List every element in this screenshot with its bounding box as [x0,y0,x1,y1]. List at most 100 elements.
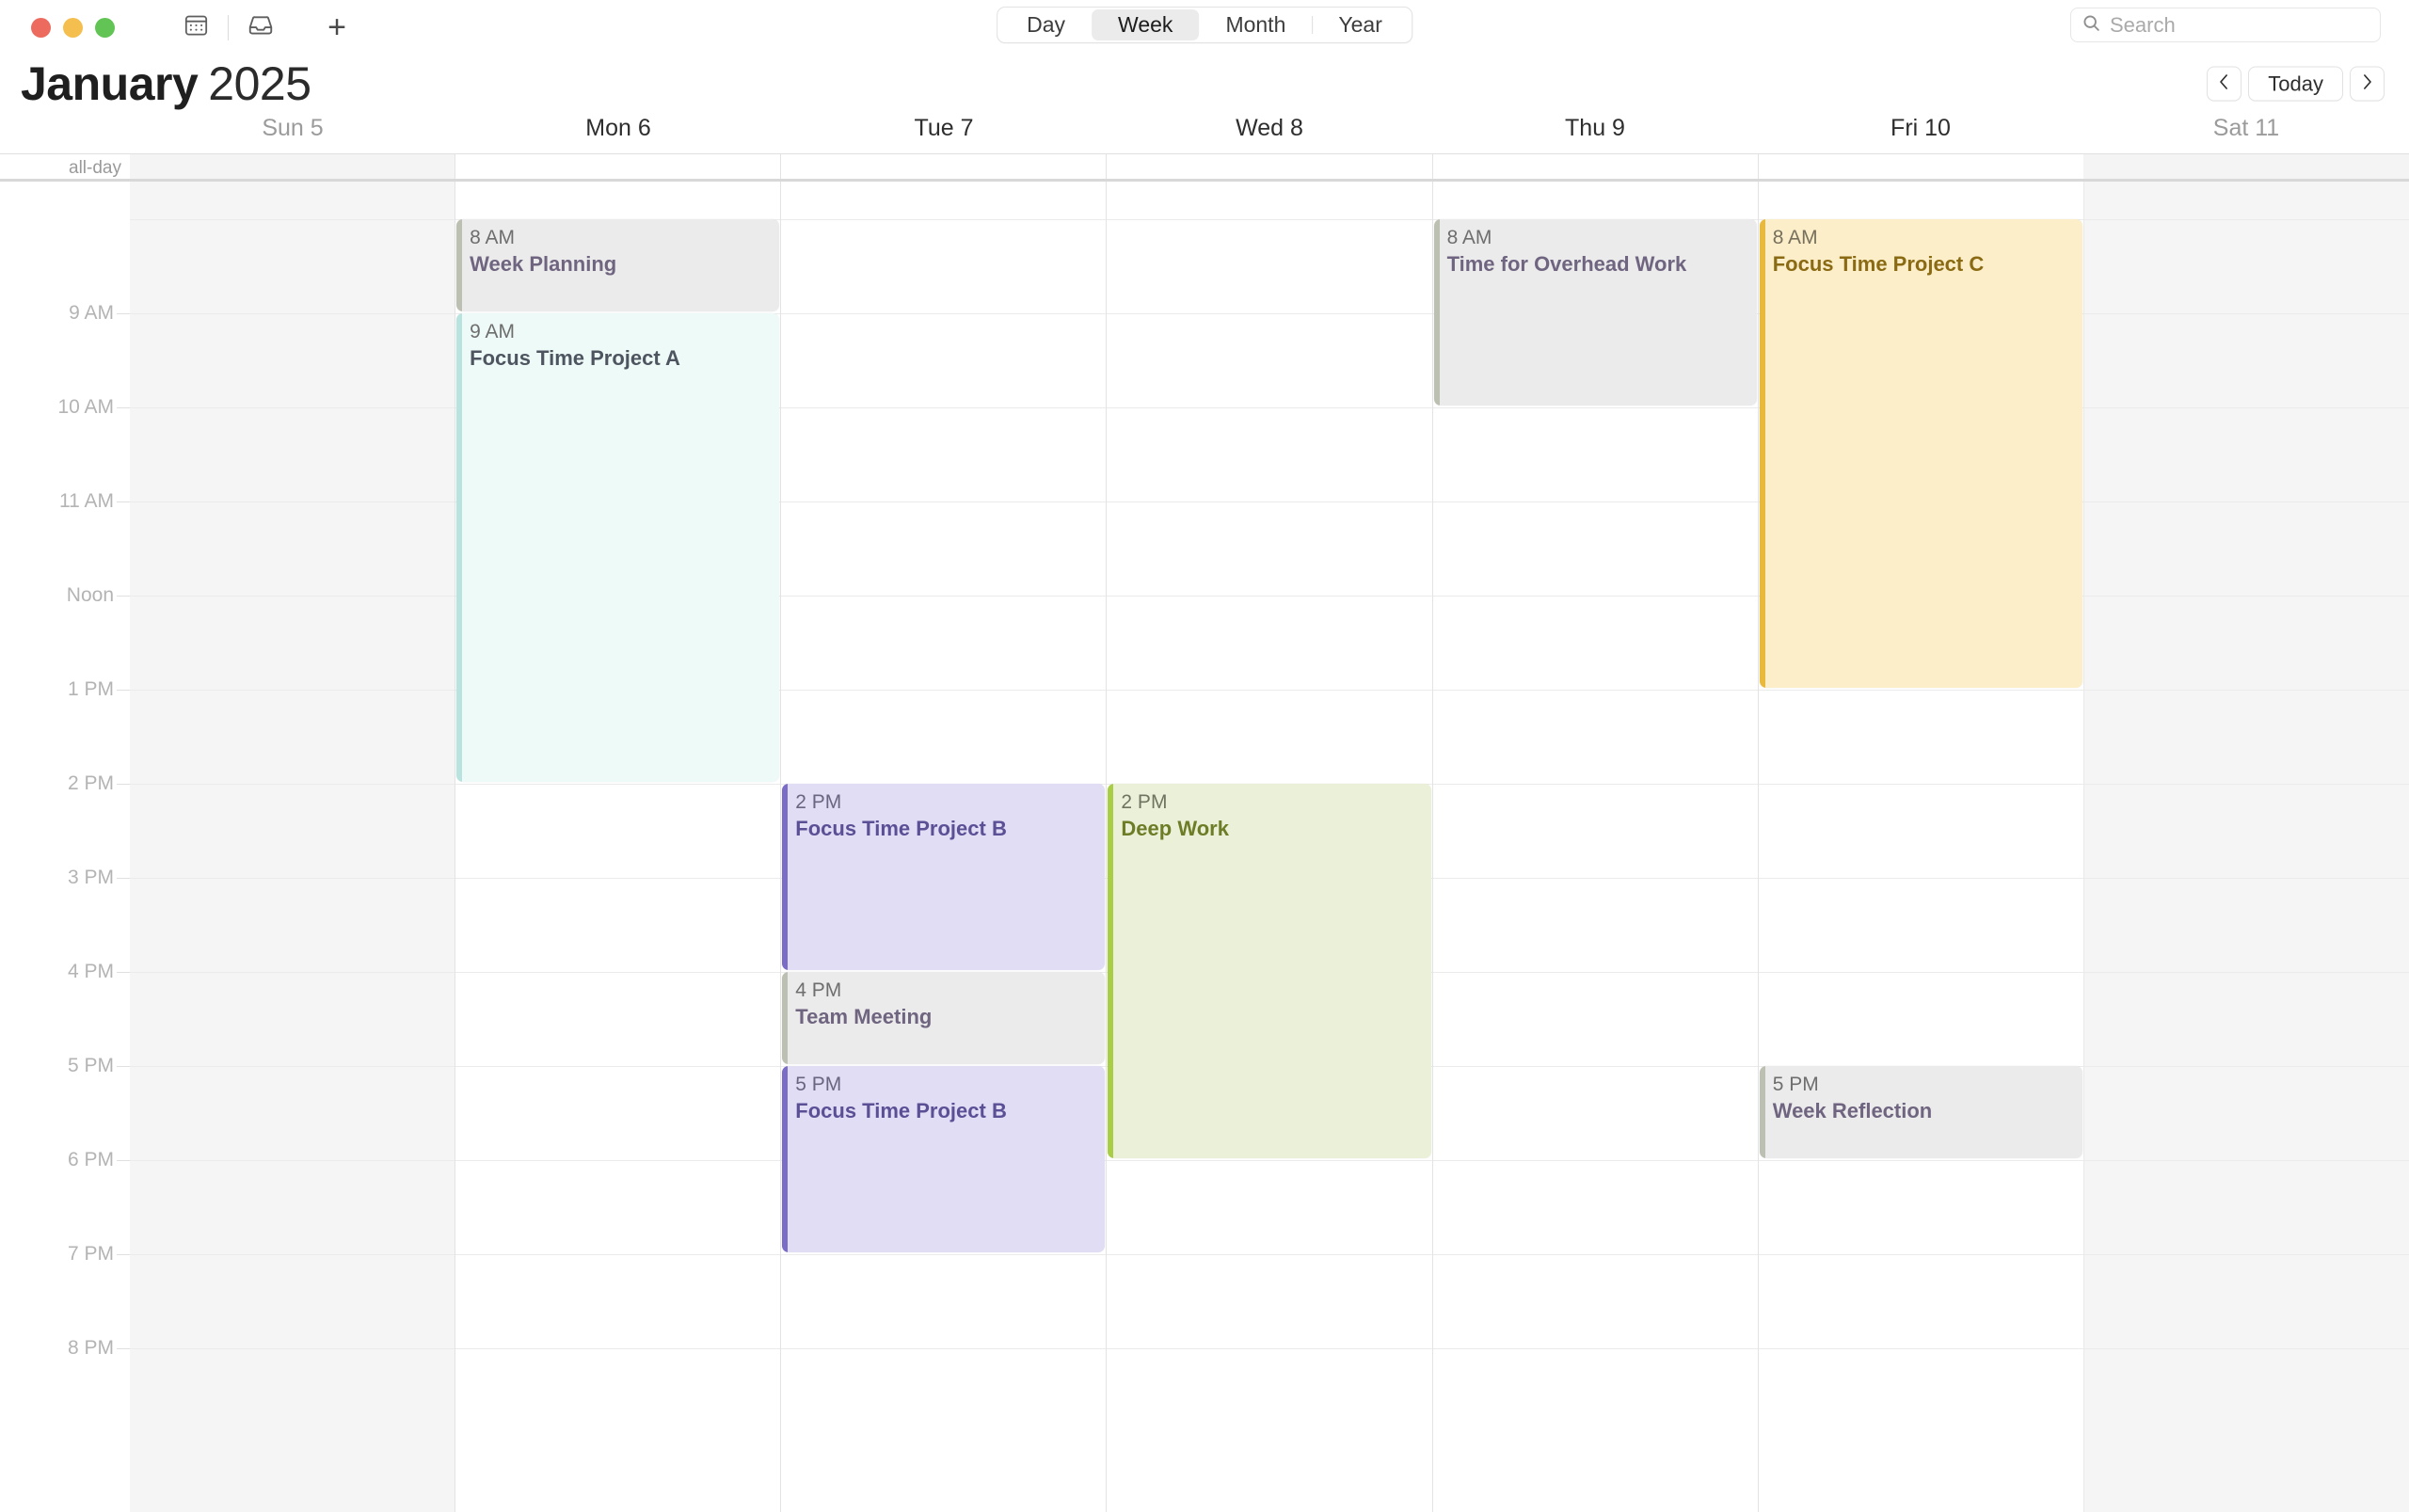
close-button[interactable] [31,18,51,38]
tab-year[interactable]: Year [1312,9,1408,40]
toolbar-icon-group: + [169,7,364,48]
add-event-button[interactable]: + [310,7,364,48]
time-tick-1 [117,407,130,408]
day-header-6[interactable]: Sat 11 [2083,115,2409,142]
day-header-2[interactable]: Tue 7 [781,115,1107,142]
hour-line [2084,784,2409,785]
hour-line [2084,1254,2409,1255]
hour-line [130,596,455,597]
day-header-4[interactable]: Thu 9 [1432,115,1758,142]
day-column-5[interactable]: 8 AMFocus Time Project C 5 PMWeek Reflect… [1758,182,2083,1512]
week-grid: 9 AM10 AM11 AMNoon1 PM2 PM3 PM4 PM5 PM6 … [0,182,2409,1512]
time-tick-9 [117,1160,130,1161]
hour-line [455,1254,780,1255]
all-day-cell-0[interactable] [130,154,455,179]
inbox-button[interactable] [234,7,287,48]
hour-line [1759,878,2083,879]
time-label-2: 11 AM [59,490,114,513]
next-week-button[interactable] [2350,67,2385,102]
day-header-0[interactable]: Sun 5 [130,115,455,142]
hour-line [2084,407,2409,408]
event-time: 8 AM [470,226,779,250]
calendar-event[interactable]: 2 PMDeep Work [1108,784,1430,1158]
day-header-1[interactable]: Mon 6 [455,115,781,142]
calendar-view-button[interactable] [169,7,222,48]
tab-month[interactable]: Month [1199,9,1312,40]
time-tick-8 [117,1066,130,1067]
hour-line [130,407,455,408]
time-label-11: 8 PM [68,1337,114,1360]
time-gutter: 9 AM10 AM11 AMNoon1 PM2 PM3 PM4 PM5 PM6 … [0,182,130,1512]
hour-line [1433,1160,1758,1161]
all-day-cell-5[interactable] [1758,154,2083,179]
day-column-1[interactable]: 8 AMWeek Planning9 AMFocus Time Project … [455,182,780,1512]
hour-line [1759,690,2083,691]
calendar-event[interactable]: 9 AMFocus Time Project A [456,313,779,782]
all-day-cell-4[interactable] [1432,154,1758,179]
day-column-3[interactable]: 2 PMDeep Work [1106,182,1431,1512]
hour-line [1433,878,1758,879]
previous-week-button[interactable] [2207,67,2241,102]
search-field[interactable]: Search [2070,8,2381,42]
tab-day[interactable]: Day [1000,9,1092,40]
event-title: Focus Time Project B [795,816,1105,843]
time-label-1: 10 AM [57,396,114,419]
hour-line [455,1160,780,1161]
all-day-cell-6[interactable] [2083,154,2409,179]
day-header-5[interactable]: Fri 10 [1758,115,2083,142]
title-year: 2025 [208,57,311,110]
day-columns: 8 AMWeek Planning9 AMFocus Time Project … [130,182,2409,1512]
hour-line [1759,972,2083,973]
tab-week[interactable]: Week [1092,9,1199,40]
hour-line [781,690,1106,691]
event-time: 4 PM [795,979,1105,1003]
day-column-4[interactable]: 8 AMTime for Overhead Work [1432,182,1758,1512]
time-label-7: 4 PM [68,961,114,983]
event-title: Focus Time Project B [795,1098,1105,1125]
all-day-row: all-day [0,153,2409,182]
hour-line [2084,690,2409,691]
event-title: Focus Time Project A [470,345,779,373]
day-column-6[interactable] [2083,182,2409,1512]
hour-line [455,972,780,973]
maximize-button[interactable] [95,18,115,38]
time-tick-4 [117,690,130,691]
hour-line [1107,596,1431,597]
time-tick-0 [117,313,130,314]
hour-line [1433,972,1758,973]
hour-line [1107,1160,1431,1161]
calendar-event[interactable]: 8 AMFocus Time Project C [1760,219,2082,688]
hour-line [781,596,1106,597]
today-button[interactable]: Today [2248,67,2343,102]
minimize-button[interactable] [63,18,83,38]
calendar-event[interactable]: 4 PMTeam Meeting [782,972,1105,1064]
event-title: Week Reflection [1773,1098,2082,1125]
all-day-cell-1[interactable] [455,154,780,179]
event-title: Team Meeting [795,1004,1105,1031]
calendar-event[interactable]: 5 PMFocus Time Project B [782,1066,1105,1252]
event-title: Focus Time Project C [1773,251,2082,279]
hour-line [1107,690,1431,691]
day-header-3[interactable]: Wed 8 [1107,115,1432,142]
hour-line [1107,1254,1431,1255]
all-day-cell-3[interactable] [1106,154,1431,179]
calendar-event[interactable]: 2 PMFocus Time Project B [782,784,1105,970]
inbox-icon [247,11,275,44]
calendar-header: January2025 Today [0,55,2409,113]
calendar-event[interactable]: 8 AMWeek Planning [456,219,779,311]
day-column-0[interactable] [130,182,455,1512]
calendar-event[interactable]: 8 AMTime for Overhead Work [1434,219,1757,406]
time-tick-2 [117,501,130,502]
time-label-4: 1 PM [68,678,114,701]
all-day-cell-2[interactable] [780,154,1106,179]
page-title: January2025 [21,56,311,111]
hour-line [130,1254,455,1255]
hour-line [1433,1348,1758,1349]
day-column-2[interactable]: 2 PMFocus Time Project B4 PMTeam Meeting… [780,182,1106,1512]
hour-line [781,219,1106,220]
hour-line [130,219,455,220]
hour-line [455,1066,780,1067]
time-tick-11 [117,1348,130,1349]
time-label-3: Noon [67,584,114,607]
calendar-event[interactable]: 5 PMWeek Reflection [1760,1066,2082,1158]
